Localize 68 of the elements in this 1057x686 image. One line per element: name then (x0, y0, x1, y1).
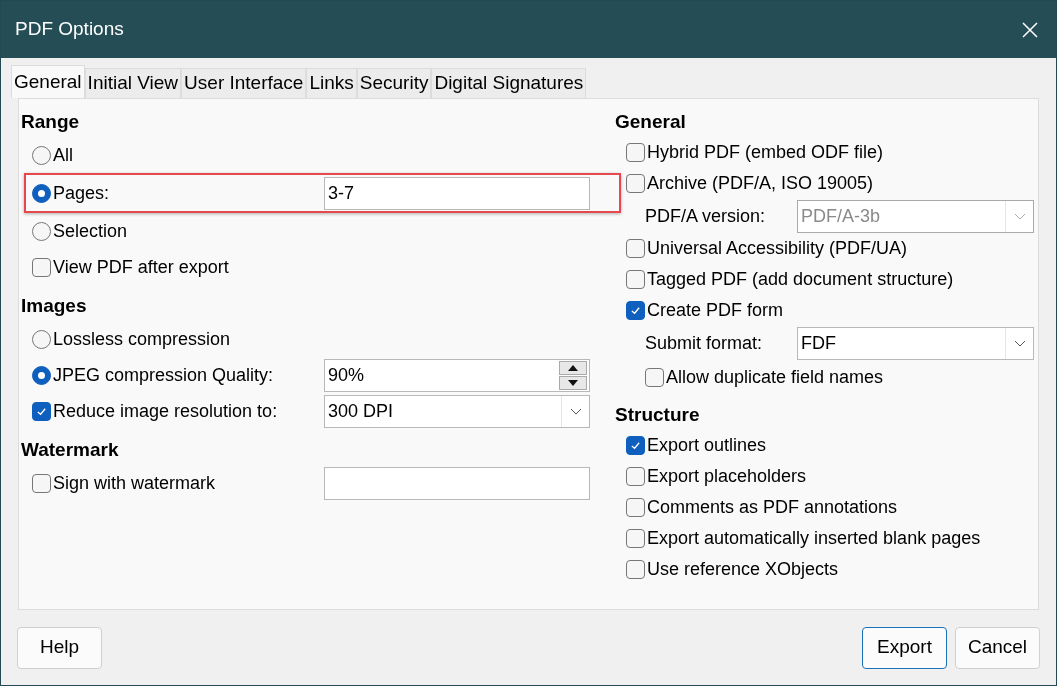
tab[interactable]: Security (356, 68, 432, 98)
text-field[interactable] (324, 466, 590, 500)
option-label: Create PDF form (647, 299, 784, 322)
option-label: Comments as PDF annotations (647, 496, 898, 519)
checkmark-icon (630, 305, 641, 316)
checkbox[interactable] (626, 467, 645, 486)
spin-field[interactable]: 90% (324, 358, 590, 392)
checkbox[interactable] (32, 401, 51, 421)
checkbox[interactable] (626, 301, 645, 320)
checkbox[interactable] (32, 473, 51, 493)
checkbox[interactable] (626, 436, 645, 455)
option-label: All (53, 143, 73, 167)
checkbox[interactable] (626, 560, 645, 579)
section-heading: Watermark (21, 437, 120, 462)
option-label: Selection (53, 219, 128, 243)
checkbox[interactable] (626, 529, 645, 548)
radio-button[interactable] (32, 221, 51, 241)
close-icon[interactable] (1022, 21, 1038, 38)
option-label: View PDF after export (53, 255, 229, 279)
radio-button[interactable] (32, 365, 51, 385)
tab[interactable]: User Interface (181, 68, 307, 98)
chevron-down-icon (569, 407, 582, 415)
tab[interactable]: Digital Signatures (431, 68, 587, 98)
window-title: PDF Options (15, 17, 124, 42)
checkbox[interactable] (626, 498, 645, 517)
option-label: Use reference XObjects (647, 558, 839, 581)
spin-up-icon[interactable] (559, 360, 587, 375)
option-label: Sign with watermark (53, 471, 216, 495)
spin-down-icon[interactable] (559, 375, 587, 390)
option-label: Submit format: (645, 331, 763, 355)
option-label: Export placeholders (647, 465, 807, 488)
radio-button[interactable] (32, 145, 51, 165)
dialog-button[interactable]: Cancel (955, 626, 1040, 669)
option-label: Universal Accessibility (PDF/UA) (647, 237, 908, 260)
section-heading: General (615, 109, 687, 134)
radio-button[interactable] (32, 183, 51, 203)
section-heading: Images (21, 293, 88, 318)
option-label: Allow duplicate field names (666, 365, 884, 389)
option-label: Reduce image resolution to: (53, 399, 278, 423)
dropdown[interactable]: FDF (797, 326, 1034, 360)
option-label: Pages: (53, 181, 110, 205)
dropdown[interactable]: 300 DPI (324, 394, 590, 428)
option-label: Hybrid PDF (embed ODF file) (647, 141, 884, 164)
option-label: PDF/A version: (645, 204, 766, 228)
checkbox[interactable] (626, 239, 645, 258)
radio-button[interactable] (32, 329, 51, 349)
checkbox[interactable] (626, 174, 645, 193)
option-label: Export automatically inserted blank pages (647, 527, 981, 550)
tab[interactable]: Links (306, 68, 357, 98)
help-button[interactable]: Help (17, 626, 102, 669)
section-heading: Range (21, 109, 81, 134)
checkbox[interactable] (626, 270, 645, 289)
chevron-down-icon (1013, 212, 1026, 220)
chevron-down-icon (1013, 339, 1026, 347)
option-label: Lossless compression (53, 327, 231, 351)
section-heading: Structure (615, 402, 701, 427)
checkbox[interactable] (626, 143, 645, 162)
text-field[interactable]: 3-7 (324, 176, 590, 210)
checkbox[interactable] (32, 257, 51, 277)
option-label: Export outlines (647, 434, 767, 457)
option-label: Tagged PDF (add document structure) (647, 268, 954, 291)
tab[interactable]: Initial View (84, 68, 182, 98)
dialog-button[interactable]: Export (862, 626, 947, 669)
checkmark-icon (630, 440, 641, 451)
checkbox[interactable] (645, 367, 664, 387)
option-label: Archive (PDF/A, ISO 19005) (647, 172, 874, 195)
tab[interactable]: General (11, 65, 85, 98)
option-label: JPEG compression Quality: (53, 363, 274, 387)
